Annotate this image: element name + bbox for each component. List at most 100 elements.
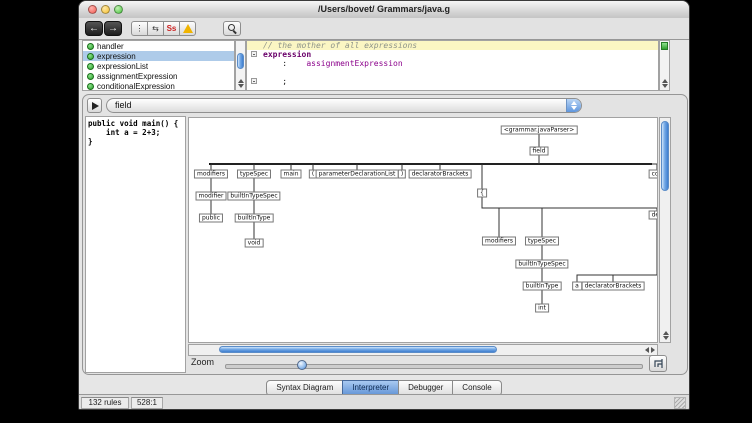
forward-button[interactable]: → [104,21,122,36]
scroll-up-icon [662,79,668,83]
forward-arrow-icon: → [108,23,118,34]
rule-colon-text: : [263,59,306,68]
rule-label: expressionList [97,62,148,71]
rule-label: assignmentExpression [97,72,177,81]
tree-node[interactable]: modifier [196,192,227,201]
scroll-up-icon [663,331,669,335]
tree-node[interactable]: field [530,147,549,156]
tree-vscroll-thumb[interactable] [661,121,669,191]
tree-node[interactable]: int [535,304,549,313]
warnings-button[interactable] [179,21,196,36]
fold-marker-icon[interactable] [251,78,257,84]
tree-node[interactable]: a [572,282,582,291]
rule-bullet-icon [87,63,94,70]
tree-node[interactable]: <grammar.javaParser> [501,126,578,135]
grammar-editor[interactable]: // the mother of all expressions express… [246,40,659,91]
chevron-up-icon [571,101,577,105]
rule-label: conditionalExpression [97,82,175,91]
ss-icon: Ss [167,24,177,33]
tree-node[interactable]: modifiers [194,170,228,179]
tree-node[interactable]: builtInType [523,282,562,291]
run-interpreter-button[interactable] [87,98,102,113]
tree-node[interactable]: main [281,170,302,179]
editor-scrollbar[interactable] [659,40,670,91]
warning-triangle-icon [183,24,193,33]
zoom-slider[interactable] [225,359,643,371]
status-bar: 132 rules 528:1 [79,394,689,410]
tree-node[interactable]: builtInType [235,214,274,223]
rule-bullet-icon [87,53,94,60]
tree-canvas[interactable]: <grammar.javaParser> field modifiers typeSp… [188,117,658,343]
find-button[interactable] [223,21,241,36]
rule-end-text: ; [263,77,287,86]
scroll-down-icon [663,336,669,340]
window-title: /Users/bovet/ Grammars/java.g [79,1,689,18]
scroll-down-icon [662,84,668,88]
tree-node[interactable]: builtInTypeSpec [227,192,280,201]
rules-scrollbar-arrows[interactable] [236,78,245,89]
resize-grip[interactable] [674,397,686,409]
editor-scrollbar-arrows[interactable] [660,78,669,89]
zoom-slider-track[interactable] [225,364,643,369]
tree-hscroll-arrows[interactable] [644,346,656,354]
tree-node[interactable]: ) [398,170,406,179]
rule-item[interactable]: expressionList [83,61,234,71]
rule-item[interactable]: expression [83,51,234,61]
tree-node[interactable]: dec [649,211,658,220]
scroll-up-icon [238,79,244,83]
editor-line: : assignmentExpression [247,59,658,68]
tree-layout-button[interactable] [649,355,667,372]
chevron-down-icon [571,106,577,110]
tree-vscroll-arrows[interactable] [661,330,670,341]
tree-node[interactable]: declaratorBrackets [409,170,472,179]
rule-bullet-icon [87,83,94,90]
start-rule-combobox[interactable]: field [106,98,582,113]
editor-line: // the mother of all expressions [247,41,658,50]
zoom-slider-thumb[interactable] [297,360,307,370]
rule-ref-text: assignmentExpression [306,59,402,68]
tree-node[interactable]: builtInTypeSpec [515,260,568,269]
tree-node[interactable]: void [245,239,264,248]
split-pane-button[interactable] [661,42,668,50]
rule-item[interactable]: conditionalExpression [83,81,234,91]
interpreter-panel: field public void main() { int a = 2+3; … [82,94,688,375]
tree-node[interactable]: { [477,189,487,198]
rule-item[interactable]: handler [83,41,234,51]
toolbar: ← → ⋮ ⇆ Ss [79,18,689,40]
fold-marker-icon[interactable] [251,51,257,57]
title-bar[interactable]: /Users/bovet/ Grammars/java.g [79,1,689,19]
back-arrow-icon: ← [89,23,99,34]
tree-node[interactable]: typeSpec [525,237,559,246]
tree-node[interactable]: declaratorBrackets [582,282,645,291]
toolbar-button-group: ⋮ ⇆ Ss [131,21,196,36]
tree-node[interactable]: public [199,214,223,223]
comment-text: // the mother of all expressions [263,41,417,50]
tree-hscroll-thumb[interactable] [219,346,497,353]
rules-list[interactable]: handlerexpressionexpressionListassignmen… [82,40,235,91]
rules-scrollbar-thumb[interactable] [237,53,244,69]
rules-menu-button[interactable]: ⋮ [131,21,148,36]
editor-line: ; [247,77,658,86]
rule-label: expression [97,52,136,61]
screen: /Users/bovet/ Grammars/java.g ← → ⋮ ⇆ Ss… [0,0,752,423]
back-button[interactable]: ← [85,21,103,36]
editor-line [247,68,658,77]
tree-vertical-scrollbar[interactable] [659,117,671,343]
swap-arrows-icon: ⇆ [152,24,159,33]
combobox-stepper[interactable] [566,99,581,112]
rule-item[interactable]: assignmentExpression [83,71,234,81]
tree-edges [189,118,658,343]
zoom-label: Zoom [191,357,214,367]
rule-bullet-icon [87,43,94,50]
tree-node[interactable]: modifiers [482,237,516,246]
rules-scrollbar[interactable] [235,40,246,91]
start-rule-value: field [115,100,132,110]
sort-rules-button[interactable]: ⇆ [147,21,164,36]
tree-node[interactable]: typeSpec [237,170,271,179]
interpreter-input[interactable]: public void main() { int a = 2+3; } [85,116,186,373]
tree-node[interactable]: con [649,170,658,179]
tree-node[interactable]: parameterDeclarationList [316,170,399,179]
syntax-coloring-button[interactable]: Ss [163,21,180,36]
tree-horizontal-scrollbar[interactable] [188,344,658,356]
rule-bullet-icon [87,73,94,80]
